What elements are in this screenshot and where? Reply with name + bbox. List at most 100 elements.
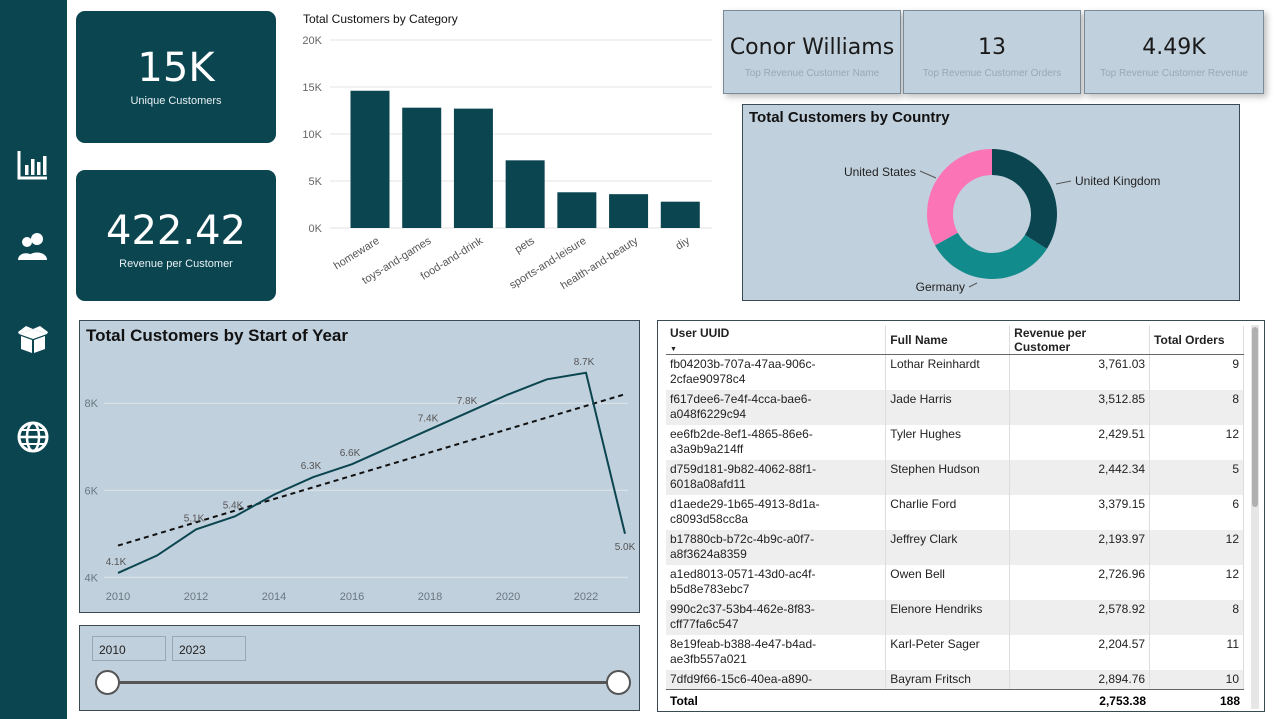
cell-full-name: Lothar Reinhardt xyxy=(885,354,1011,390)
donut-slice xyxy=(927,149,992,246)
donut-leader-line xyxy=(919,170,937,179)
table-row[interactable]: f617dee6-7e4f-4cca-bae6- a048f6229c94 Jad… xyxy=(666,389,1244,425)
cell-full-name: Stephen Hudson xyxy=(885,459,1011,495)
cell-revenue: 2,442.34 xyxy=(1009,459,1151,495)
bar-y-tick: 0K xyxy=(309,223,323,235)
cell-revenue: 2,578.92 xyxy=(1009,599,1151,635)
cell-full-name: Charlie Ford xyxy=(885,494,1011,530)
unique-customers-value: 15K xyxy=(137,45,215,91)
donut-chart-svg: United Kingdom Germany United States xyxy=(844,149,1160,294)
line-x-tick: 2022 xyxy=(574,591,598,603)
customer-table-grid: User UUID ▼ Full Name Revenue per Custome… xyxy=(666,326,1244,705)
slicer-end-handle[interactable] xyxy=(606,670,631,695)
column-header-orders[interactable]: Total Orders xyxy=(1149,326,1244,355)
box-icon[interactable] xyxy=(16,322,50,356)
line-x-tick: 2010 xyxy=(106,591,130,603)
cell-revenue: 2,429.51 xyxy=(1009,424,1151,460)
slicer-start-handle[interactable] xyxy=(95,670,120,695)
cell-full-name: Tyler Hughes xyxy=(885,424,1011,460)
revenue-per-customer-card: 422.42 Revenue per Customer xyxy=(76,170,276,301)
table-row[interactable]: ee6fb2de-8ef1-4865-86e6- a3a9b9a214ff Tyl… xyxy=(666,424,1244,460)
cell-user-uuid: f617dee6-7e4f-4cca-bae6- a048f6229c94 xyxy=(666,389,887,425)
cell-orders: 6 xyxy=(1149,494,1244,530)
bar-chart-svg: 0K5K10K15K20Khomewaretoys-and-gamesfood-… xyxy=(302,35,712,292)
cell-user-uuid: b17880cb-b72c-4b9c-a0f7- a8f3624a8359 xyxy=(666,529,887,565)
bar xyxy=(505,160,545,228)
line-data-label: 7.4K xyxy=(418,413,439,424)
bar xyxy=(350,90,390,228)
cell-user-uuid: a1ed8013-0571-43d0-ac4f- b5d8e783ebc7 xyxy=(666,564,887,600)
line-x-tick: 2020 xyxy=(496,591,520,603)
bar-x-tick: diy xyxy=(674,235,693,253)
category-bar-chart: Total Customers by Category 0K 5K 10K 15K 20… xyxy=(290,8,720,308)
unique-customers-card: 15K Unique Customers xyxy=(76,11,276,143)
slicer-end-input[interactable]: 2023 xyxy=(172,636,246,661)
cell-user-uuid: 990c2c37-53b4-462e-8f83- cff77fa6c547 xyxy=(666,599,887,635)
bar-y-tick: 5K xyxy=(309,176,323,188)
cell-full-name: Karl-Peter Sager xyxy=(885,634,1011,670)
revenue-per-customer-label: Revenue per Customer xyxy=(119,258,233,270)
cell-revenue: 2,726.96 xyxy=(1009,564,1151,600)
customer-table: User UUID ▼ Full Name Revenue per Custome… xyxy=(657,320,1265,712)
slicer-start-input[interactable]: 2010 xyxy=(92,636,166,661)
donut-label: United States xyxy=(844,165,916,179)
cell-orders: 8 xyxy=(1149,599,1244,635)
sidebar xyxy=(0,0,67,719)
line-y-tick: 6K xyxy=(85,485,99,497)
bar-chart-icon[interactable] xyxy=(16,148,50,182)
cell-user-uuid: ee6fb2de-8ef1-4865-86e6- a3a9b9a214ff xyxy=(666,424,887,460)
cell-orders: 12 xyxy=(1149,564,1244,600)
bar-x-tick: homeware xyxy=(332,235,382,272)
cell-revenue: 2,193.97 xyxy=(1009,529,1151,565)
table-row[interactable]: b17880cb-b72c-4b9c-a0f7- a8f3624a8359 Jef… xyxy=(666,529,1244,565)
line-chart-svg: 4K 6K 8K 2010 2012 2014 2016 2018 2020 2022 4.1K 5.… xyxy=(85,357,636,603)
cell-orders: 11 xyxy=(1149,634,1244,670)
table-row[interactable]: fb04203b-707a-47aa-906c- 2cfae90978c4 Lot… xyxy=(666,354,1244,390)
table-row[interactable]: a1ed8013-0571-43d0-ac4f- b5d8e783ebc7 Owe… xyxy=(666,564,1244,600)
users-icon[interactable] xyxy=(16,230,50,264)
cell-orders: 12 xyxy=(1149,424,1244,460)
bar-x-tick: pets xyxy=(513,235,537,256)
top-customer-orders-label: Top Revenue Customer Orders xyxy=(922,68,1062,79)
country-donut-chart: Total Customers by Country United Kingdo… xyxy=(742,104,1240,301)
unique-customers-label: Unique Customers xyxy=(130,95,222,107)
line-data-label: 5.0K xyxy=(615,542,636,553)
slicer-track xyxy=(107,681,619,684)
table-scroll-thumb[interactable] xyxy=(1252,327,1258,507)
sort-desc-icon[interactable]: ▼ xyxy=(670,346,677,353)
top-customer-name-card: Conor Williams Top Revenue Customer Name xyxy=(723,10,901,94)
line-data-label: 7.8K xyxy=(457,396,478,407)
top-customer-orders-card: 13 Top Revenue Customer Orders xyxy=(903,10,1081,94)
bar xyxy=(453,108,493,228)
line-data-label: 4.1K xyxy=(106,557,127,568)
bar xyxy=(557,192,597,228)
cell-orders: 5 xyxy=(1149,459,1244,495)
revenue-per-customer-value: 422.42 xyxy=(106,208,246,254)
cell-user-uuid: fb04203b-707a-47aa-906c- 2cfae90978c4 xyxy=(666,354,887,390)
column-header-full-name[interactable]: Full Name xyxy=(885,326,1011,355)
total-orders: 188 xyxy=(1219,694,1240,708)
cell-full-name: Elenore Hendriks xyxy=(885,599,1011,635)
cell-orders: 8 xyxy=(1149,389,1244,425)
top-customer-revenue-card: 4.49K Top Revenue Customer Revenue xyxy=(1084,10,1264,94)
top-customer-revenue-label: Top Revenue Customer Revenue xyxy=(1100,68,1248,79)
cell-full-name: Jeffrey Clark xyxy=(885,529,1011,565)
line-y-tick: 8K xyxy=(85,398,99,410)
line-data-label: 5.4K xyxy=(223,500,244,511)
cell-revenue: 3,379.15 xyxy=(1009,494,1151,530)
cell-orders: 9 xyxy=(1149,354,1244,390)
top-customer-name-value: Conor Williams xyxy=(729,35,895,60)
cell-full-name: Jade Harris xyxy=(885,389,1011,425)
globe-icon[interactable] xyxy=(16,420,50,454)
bar-y-tick: 10K xyxy=(302,129,322,141)
top-customer-revenue-value: 4.49K xyxy=(1142,35,1206,60)
column-header-user-uuid[interactable]: User UUID ▼ xyxy=(666,326,887,355)
bar-y-tick: 20K xyxy=(302,35,322,47)
table-row[interactable]: d1aede29-1b65-4913-8d1a- c8093d58cc8a Cha… xyxy=(666,494,1244,530)
donut-label: United Kingdom xyxy=(1075,174,1160,188)
table-row[interactable]: 8e19feab-b388-4e47-b4ad- ae3fb557a021 Kar… xyxy=(666,634,1244,670)
column-header-revenue[interactable]: Revenue per Customer xyxy=(1009,326,1151,355)
table-row[interactable]: 990c2c37-53b4-462e-8f83- cff77fa6c547 Ele… xyxy=(666,599,1244,635)
bar-y-tick: 15K xyxy=(302,82,322,94)
table-row[interactable]: d759d181-9b82-4062-88f1- 6018a08afd11 Ste… xyxy=(666,459,1244,495)
